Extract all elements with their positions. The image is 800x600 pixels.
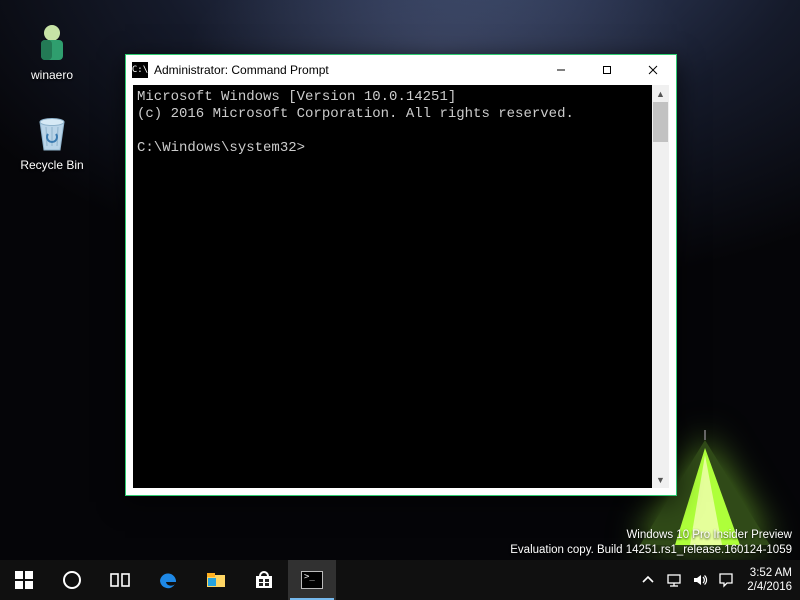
desktop-icon-winaero[interactable]: winaero (14, 20, 90, 82)
tray-overflow-button[interactable] (635, 572, 661, 588)
desktop-icon-label: winaero (14, 68, 90, 82)
command-prompt-taskbar-button[interactable]: >_ (288, 560, 336, 600)
scrollbar[interactable]: ▲ ▼ (652, 85, 669, 488)
clock-time: 3:52 AM (750, 566, 792, 580)
scroll-down-button[interactable]: ▼ (652, 471, 669, 488)
windows-watermark: Windows 10 Pro Insider Preview Evaluatio… (510, 528, 792, 558)
clock-date: 2/4/2016 (747, 580, 792, 594)
desktop-icon-recycle-bin[interactable]: Recycle Bin (14, 110, 90, 172)
start-icon (13, 569, 35, 591)
action-center-icon (718, 572, 734, 588)
file-explorer-button[interactable] (192, 560, 240, 600)
edge-icon (157, 569, 179, 591)
cmd-titlebar-icon: C:\ (132, 62, 148, 78)
terminal-output: Microsoft Windows [Version 10.0.14251] (… (133, 85, 652, 488)
store-icon (253, 569, 275, 591)
system-tray: 3:52 AM 2/4/2016 (635, 560, 800, 600)
store-button[interactable] (240, 560, 288, 600)
cortana-icon (61, 569, 83, 591)
desktop-icon-label: Recycle Bin (14, 158, 90, 172)
network-button[interactable] (661, 572, 687, 588)
scroll-thumb[interactable] (653, 102, 668, 142)
recycle-bin-icon (30, 110, 74, 154)
task-view-icon (109, 569, 131, 591)
volume-button[interactable] (687, 572, 713, 588)
window-title: Administrator: Command Prompt (154, 63, 329, 77)
volume-icon (692, 572, 708, 588)
edge-button[interactable] (144, 560, 192, 600)
start-button[interactable] (0, 560, 48, 600)
taskbar: >_ 3:52 AM 2/4/2016 (0, 560, 800, 600)
maximize-button[interactable] (584, 55, 630, 85)
task-view-button[interactable] (96, 560, 144, 600)
network-icon (666, 572, 682, 588)
command-prompt-window[interactable]: C:\ Administrator: Command Prompt Micros… (125, 54, 677, 496)
close-button[interactable] (630, 55, 676, 85)
scroll-up-button[interactable]: ▲ (652, 85, 669, 102)
cmd-icon: >_ (301, 571, 323, 589)
file-explorer-icon (205, 569, 227, 591)
minimize-button[interactable] (538, 55, 584, 85)
terminal-body[interactable]: Microsoft Windows [Version 10.0.14251] (… (133, 85, 669, 488)
winaero-icon (30, 20, 74, 64)
cortana-button[interactable] (48, 560, 96, 600)
taskbar-clock[interactable]: 3:52 AM 2/4/2016 (739, 566, 800, 594)
action-center-button[interactable] (713, 572, 739, 588)
tray-chevron-icon (640, 572, 656, 588)
titlebar[interactable]: C:\ Administrator: Command Prompt (126, 55, 676, 85)
